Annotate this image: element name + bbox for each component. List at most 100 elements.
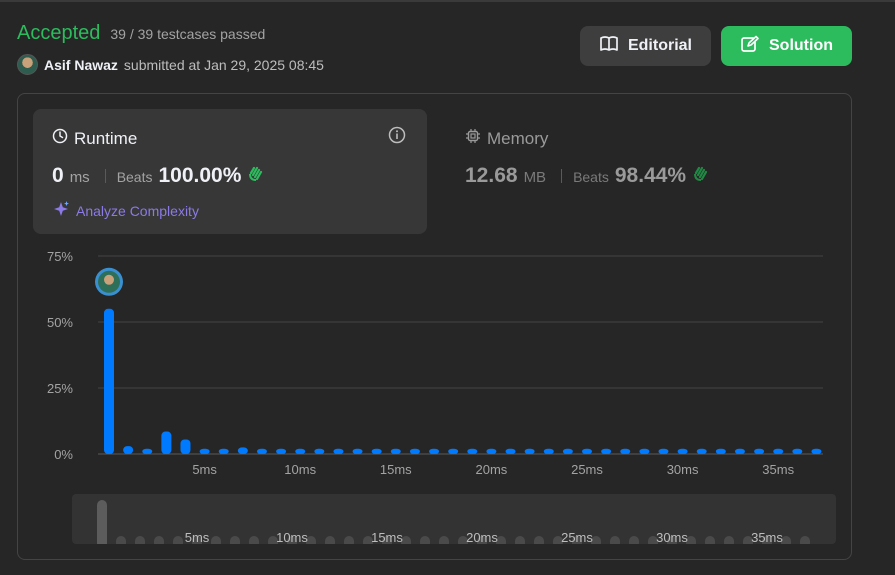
book-icon [599, 35, 619, 58]
editorial-label: Editorial [627, 37, 692, 54]
chart-bar [333, 448, 344, 454]
testcases-count: 39 / 39 testcases passed [110, 26, 266, 42]
submitter-info: Asif Nawaz submitted at Jan 29, 2025 08:… [17, 54, 324, 75]
solution-label: Solution [769, 37, 833, 54]
submitter-name[interactable]: Asif Nawaz [44, 57, 118, 73]
chart-bar [199, 448, 210, 454]
y-tick-label: 75% [47, 249, 73, 264]
memory-value: 12.68 [465, 164, 518, 187]
mini-bar [724, 536, 734, 544]
chart-bar [543, 448, 554, 454]
runtime-card[interactable]: Runtime 0 ms Beats 100.00% Analyze Compl… [33, 109, 427, 234]
mini-bar [97, 500, 107, 544]
mini-bar [534, 536, 544, 544]
chart-bar [601, 448, 612, 454]
runtime-distribution-chart[interactable]: 75% 50% 25% 0% 5ms 10ms 15ms 20ms 25ms 30ms 35ms [17, 240, 850, 490]
mini-bar [439, 536, 449, 544]
analyze-complexity-link[interactable]: Analyze Complexity [52, 200, 199, 221]
mini-x-tick-label: 25ms [561, 530, 593, 544]
chart-bar [486, 448, 497, 454]
runtime-beats-label: Beats [116, 169, 153, 185]
memory-title: Memory [465, 128, 548, 149]
mini-chart-svg: 5ms 10ms 15ms 20ms 25ms 30ms 35ms [97, 500, 810, 544]
mini-bar [515, 536, 525, 544]
analyze-label: Analyze Complexity [76, 202, 199, 219]
chart-bar [562, 448, 573, 454]
chart-bar [352, 448, 363, 454]
mini-x-tick-label: 20ms [466, 530, 498, 544]
chart-bar [180, 439, 191, 454]
solution-button[interactable]: Solution [721, 26, 852, 66]
mini-x-tick-label: 10ms [276, 530, 308, 544]
mini-bar [325, 536, 335, 544]
runtime-value: 0 [52, 164, 64, 187]
chart-bar [409, 448, 420, 454]
memory-beats-label: Beats [573, 169, 609, 185]
x-tick-label: 20ms [476, 462, 508, 477]
clap-icon [692, 164, 710, 187]
chart-bar [773, 448, 784, 454]
x-tick-label: 10ms [284, 462, 316, 477]
submitted-time: submitted at Jan 29, 2025 08:45 [123, 56, 324, 73]
mini-x-tick-label: 5ms [185, 530, 210, 544]
submission-status: Accepted 39 / 39 testcases passed [17, 22, 265, 45]
x-tick-label: 35ms [762, 462, 794, 477]
mini-x-tick-label: 15ms [371, 530, 403, 544]
chart-bar [276, 448, 287, 454]
x-tick-label: 5ms [192, 462, 217, 477]
mini-x-tick-label: 30ms [656, 530, 688, 544]
chart-bar [104, 308, 114, 454]
y-tick-label: 25% [47, 381, 73, 396]
mini-bar [173, 536, 183, 544]
chart-bar [314, 448, 325, 454]
chip-icon [465, 128, 481, 149]
clock-icon [52, 128, 68, 149]
chart-bar [429, 448, 440, 454]
memory-card[interactable]: Memory 12.68 MB Beats 98.44% [446, 109, 840, 234]
mini-bar [705, 536, 715, 544]
chart-bar [142, 448, 153, 454]
chart-bar [390, 448, 401, 454]
memory-beats-value: 98.44% [614, 164, 687, 187]
chart-range-scroller[interactable]: 5ms 10ms 15ms 20ms 25ms 30ms 35ms [72, 494, 836, 544]
chart-bar [715, 448, 726, 454]
chart-bar [448, 448, 459, 454]
sparkle-icon [52, 200, 70, 221]
chart-bar [295, 448, 306, 454]
mini-bar [800, 536, 810, 544]
chart-bar [237, 447, 248, 454]
chart-bar [620, 448, 631, 454]
chart-bar [123, 446, 134, 454]
memory-metric: 12.68 MB Beats 98.44% [465, 164, 710, 188]
runtime-beats-value: 100.00% [158, 164, 242, 187]
status-label: Accepted [17, 22, 101, 44]
x-tick-label: 15ms [380, 462, 412, 477]
editorial-button[interactable]: Editorial [580, 26, 711, 66]
memory-unit: MB [523, 169, 547, 186]
divider [104, 169, 106, 183]
chart-bar [658, 448, 669, 454]
memory-title-label: Memory [487, 128, 549, 148]
chart-bar [792, 448, 803, 454]
chart-bar [524, 448, 535, 454]
chart-bar [677, 448, 688, 454]
chart-bar [505, 448, 516, 454]
mini-x-tick-label: 35ms [751, 530, 783, 544]
mini-bar [420, 536, 430, 544]
chart-bar [754, 448, 765, 454]
mini-bar [116, 536, 126, 544]
avatar[interactable] [17, 54, 38, 75]
mini-bar [610, 536, 620, 544]
y-tick-label: 0% [54, 447, 73, 462]
chart-bar [582, 448, 592, 454]
chart-bar [467, 448, 478, 454]
info-icon[interactable] [388, 126, 406, 149]
mini-bar [249, 536, 259, 544]
chart-bar [734, 448, 745, 454]
chart-bar [218, 448, 229, 454]
avatar-marker-face [104, 274, 114, 285]
mini-bar [154, 536, 164, 544]
divider [561, 169, 563, 183]
mini-bar [135, 536, 145, 544]
mini-bar [344, 536, 354, 544]
